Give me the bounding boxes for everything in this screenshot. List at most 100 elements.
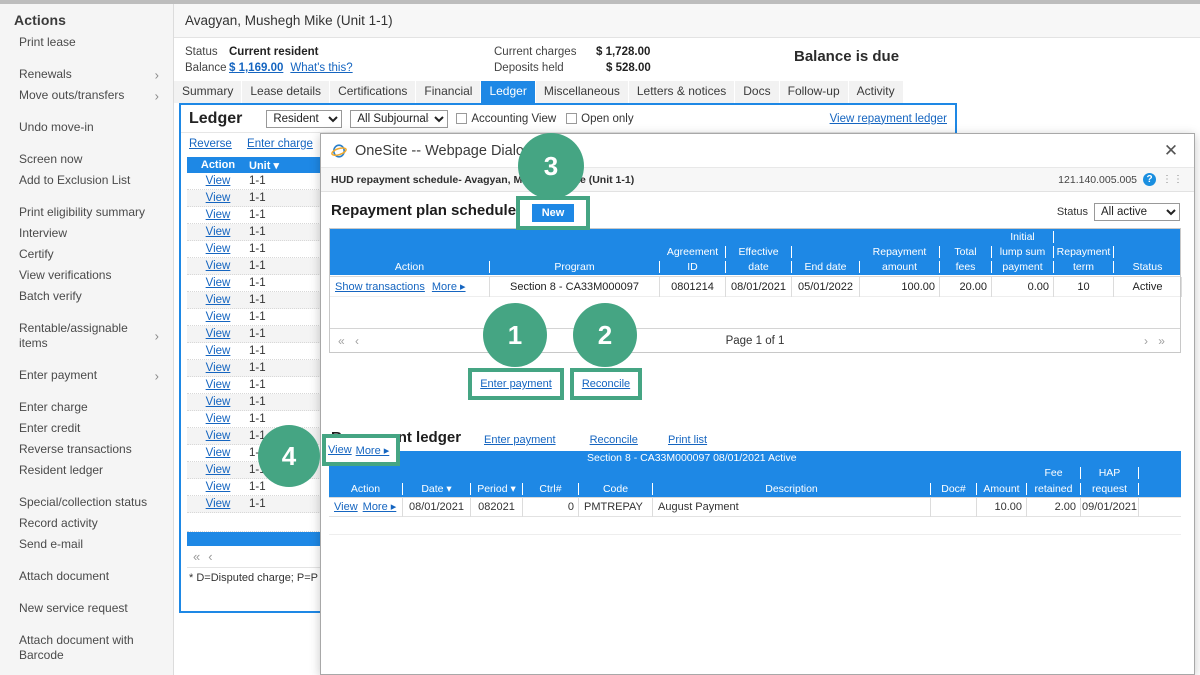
balance-amount-link[interactable]: $ 1,169.00: [229, 62, 283, 74]
ledger-row-view-link[interactable]: View: [187, 345, 249, 357]
sidebar-item-view-verifications[interactable]: View verifications: [0, 265, 173, 286]
accounting-view-checkbox[interactable]: Accounting View: [456, 113, 556, 125]
sidebar-item-attach-document-with-barcode[interactable]: Attach document with Barcode: [0, 630, 173, 666]
sidebar-item-undo-move-in[interactable]: Undo move-in: [0, 117, 173, 138]
ledger-row-view-link[interactable]: View: [187, 464, 249, 476]
chevron-right-icon: ›: [154, 67, 159, 82]
first-page-icon[interactable]: «: [193, 549, 200, 564]
ledger-row-view-link[interactable]: View: [328, 444, 352, 456]
tab-summary[interactable]: Summary: [174, 81, 243, 103]
tab-ledger[interactable]: Ledger: [481, 81, 536, 103]
sidebar-item-screen-now[interactable]: Screen now: [0, 149, 173, 170]
table-row: Show transactions More ▸ Section 8 - CA33M…: [330, 276, 1182, 297]
ledger-row-view-link[interactable]: View: [187, 243, 249, 255]
sidebar-item-record-activity[interactable]: Record activity: [0, 513, 173, 534]
sidebar-item-new-service-request[interactable]: New service request: [0, 598, 173, 619]
sidebar-item-resident-ledger[interactable]: Resident ledger: [0, 460, 173, 481]
status-block: Status Current resident Balance $ 1,169.…: [185, 46, 353, 78]
help-icon[interactable]: ?: [1143, 173, 1156, 186]
ledger-row-view-link[interactable]: View: [187, 294, 249, 306]
ledger-row-view-link[interactable]: View: [187, 379, 249, 391]
more-link[interactable]: More ▸: [363, 501, 397, 513]
tab-docs[interactable]: Docs: [735, 81, 780, 103]
tab-certifications[interactable]: Certifications: [330, 81, 417, 103]
enter-charge-link[interactable]: Enter charge: [247, 138, 313, 150]
tab-lease-details[interactable]: Lease details: [242, 81, 331, 103]
enter-payment-link-overlay[interactable]: Enter payment: [480, 378, 552, 390]
new-button-overlay[interactable]: New: [531, 204, 575, 222]
sidebar-item-send-e-mail[interactable]: Send e-mail: [0, 534, 173, 555]
print-list-link[interactable]: Print list: [668, 434, 707, 446]
open-only-checkbox[interactable]: Open only: [566, 113, 634, 125]
ledger-row-ctrl: 0: [523, 497, 579, 517]
reconcile-link[interactable]: Reconcile: [590, 434, 638, 446]
sidebar-item-label: Reverse transactions: [19, 442, 132, 456]
ledger-row-view-link[interactable]: View: [187, 311, 249, 323]
more-link[interactable]: More ▸: [432, 281, 466, 293]
sidebar-item-certify[interactable]: Certify: [0, 244, 173, 265]
first-page-icon[interactable]: «: [338, 334, 345, 348]
annotation-2-label[interactable]: Reconcile: [574, 372, 638, 396]
sidebar-item-add-to-exclusion-list[interactable]: Add to Exclusion List: [0, 170, 173, 191]
ledger-row-view-link[interactable]: View: [187, 260, 249, 272]
last-page-icon[interactable]: »: [1158, 334, 1165, 348]
tab-miscellaneous[interactable]: Miscellaneous: [535, 81, 629, 103]
ledger-row-view-link[interactable]: View: [187, 481, 249, 493]
annotation-3-label[interactable]: New: [520, 200, 586, 226]
annotation-4-label[interactable]: View More ▸: [326, 438, 396, 462]
sidebar-item-rentable-assignable-items[interactable]: Rentable/assignable items ›: [0, 318, 173, 354]
next-page-icon[interactable]: ›: [1144, 334, 1148, 348]
sidebar-item-enter-charge[interactable]: Enter charge: [0, 397, 173, 418]
sidebar-item-enter-credit[interactable]: Enter credit: [0, 418, 173, 439]
annotation-1-label[interactable]: Enter payment: [472, 372, 560, 396]
sidebar-item-enter-payment[interactable]: Enter payment ›: [0, 365, 173, 386]
tab-letters-notices[interactable]: Letters & notices: [628, 81, 736, 103]
ledger-row-view-link[interactable]: View: [187, 226, 249, 238]
account-type-select[interactable]: Resident: [266, 109, 343, 128]
sidebar-item-renewals[interactable]: Renewals ›: [0, 64, 173, 85]
tab-activity[interactable]: Activity: [848, 81, 904, 103]
ledger-row-view-link[interactable]: View: [187, 396, 249, 408]
resize-grip-icon[interactable]: ⋮⋮: [1162, 174, 1184, 185]
sidebar-item-interview[interactable]: Interview: [0, 223, 173, 244]
ledger-row-view-link[interactable]: View: [187, 328, 249, 340]
whats-this-link[interactable]: What's this?: [290, 62, 352, 74]
close-icon[interactable]: ✕: [1162, 142, 1180, 160]
ledger-row-view-link[interactable]: View: [187, 209, 249, 221]
plan-status-select[interactable]: All active: [1094, 203, 1180, 221]
ledger-row-more-link[interactable]: More ▸: [356, 444, 390, 457]
plan-pager-right[interactable]: › »: [1144, 334, 1172, 348]
sidebar-item-move-outs-transfers[interactable]: Move outs/transfers ›: [0, 85, 173, 106]
prev-page-icon[interactable]: ‹: [208, 549, 212, 564]
ledger-col-header[interactable]: Period ▾: [471, 482, 523, 495]
ledger-row-view-link[interactable]: View: [187, 447, 249, 459]
view-repayment-ledger-link[interactable]: View repayment ledger: [830, 113, 947, 125]
ledger-row-view-link[interactable]: View: [187, 192, 249, 204]
view-link[interactable]: View: [334, 501, 358, 513]
ledger-row-view-link[interactable]: View: [187, 175, 249, 187]
prev-page-icon[interactable]: ‹: [355, 334, 359, 348]
show-transactions-link[interactable]: Show transactions: [335, 281, 425, 293]
tab-follow-up[interactable]: Follow-up: [779, 81, 849, 103]
ledger-col-unit[interactable]: Unit ▾: [249, 159, 309, 172]
enter-payment-link[interactable]: Enter payment: [484, 434, 556, 446]
sidebar-item-attach-document[interactable]: Attach document: [0, 566, 173, 587]
plan-col-header: amount: [860, 261, 940, 273]
sidebar-item-special-collection-status[interactable]: Special/collection status: [0, 492, 173, 513]
reconcile-link-overlay[interactable]: Reconcile: [582, 378, 630, 390]
sidebar-item-print-eligibility-summary[interactable]: Print eligibility summary: [0, 202, 173, 223]
reverse-link[interactable]: Reverse: [189, 138, 232, 150]
plan-pager-left[interactable]: « ‹: [338, 334, 366, 348]
ledger-row-view-link[interactable]: View: [187, 430, 249, 442]
ledger-col-header[interactable]: Date ▾: [403, 482, 471, 495]
sidebar-item-print-lease[interactable]: Print lease: [0, 32, 173, 53]
ledger-row-view-link[interactable]: View: [187, 362, 249, 374]
subjournal-select[interactable]: All Subjournals: [350, 109, 449, 128]
sidebar-item-batch-verify[interactable]: Batch verify: [0, 286, 173, 307]
plan-row-actions: Show transactions More ▸: [330, 276, 490, 297]
ledger-row-view-link[interactable]: View: [187, 413, 249, 425]
tab-financial[interactable]: Financial: [416, 81, 482, 103]
sidebar-item-reverse-transactions[interactable]: Reverse transactions: [0, 439, 173, 460]
ledger-row-view-link[interactable]: View: [187, 277, 249, 289]
ledger-row-view-link[interactable]: View: [187, 498, 249, 510]
